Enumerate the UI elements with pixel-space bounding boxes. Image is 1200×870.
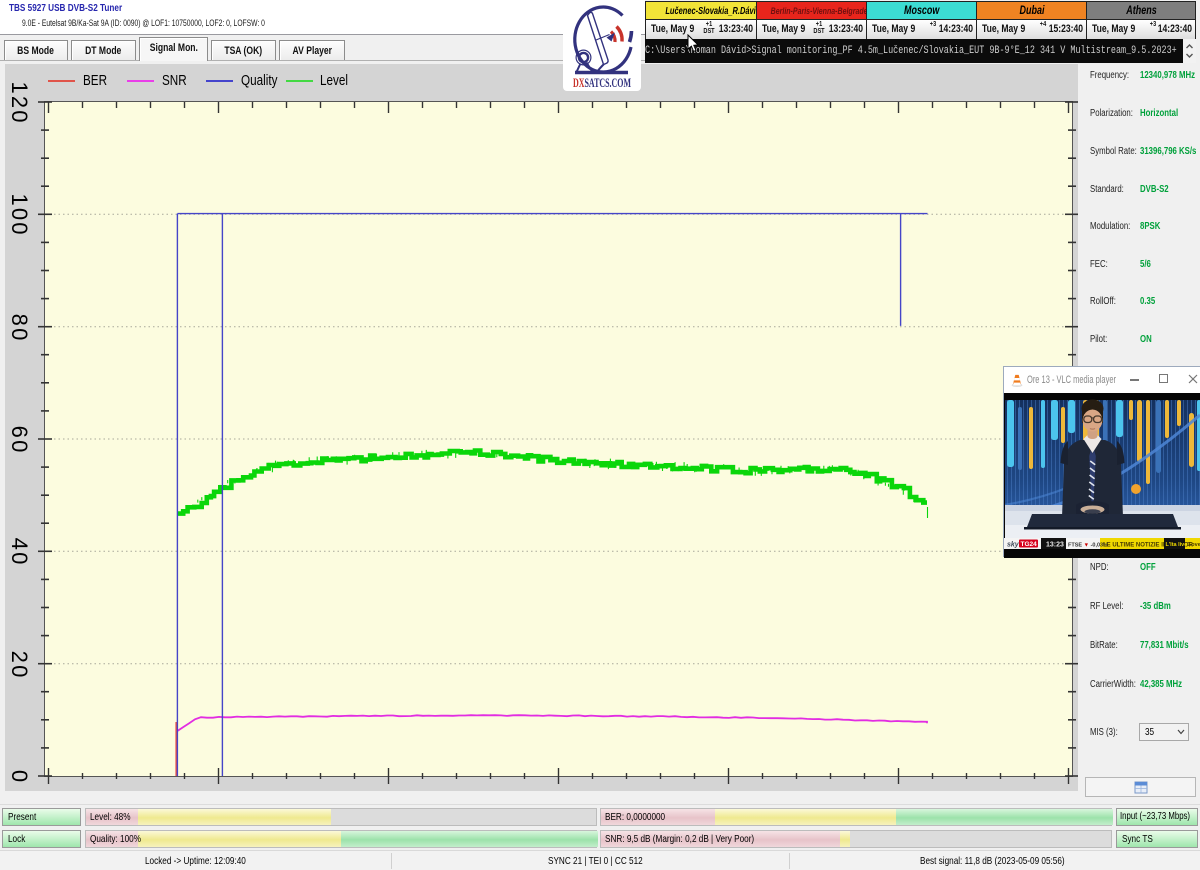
svg-text:Gover: Gover <box>1187 542 1200 548</box>
svg-text:L'Ita live: L'Ita live <box>1166 542 1188 548</box>
svg-text:TG24: TG24 <box>1021 541 1038 548</box>
svg-text:sky: sky <box>1007 542 1020 549</box>
svg-text:13:23: 13:23 <box>1046 542 1064 549</box>
svg-text:DXSATCS.COM: DXSATCS.COM <box>573 75 631 90</box>
